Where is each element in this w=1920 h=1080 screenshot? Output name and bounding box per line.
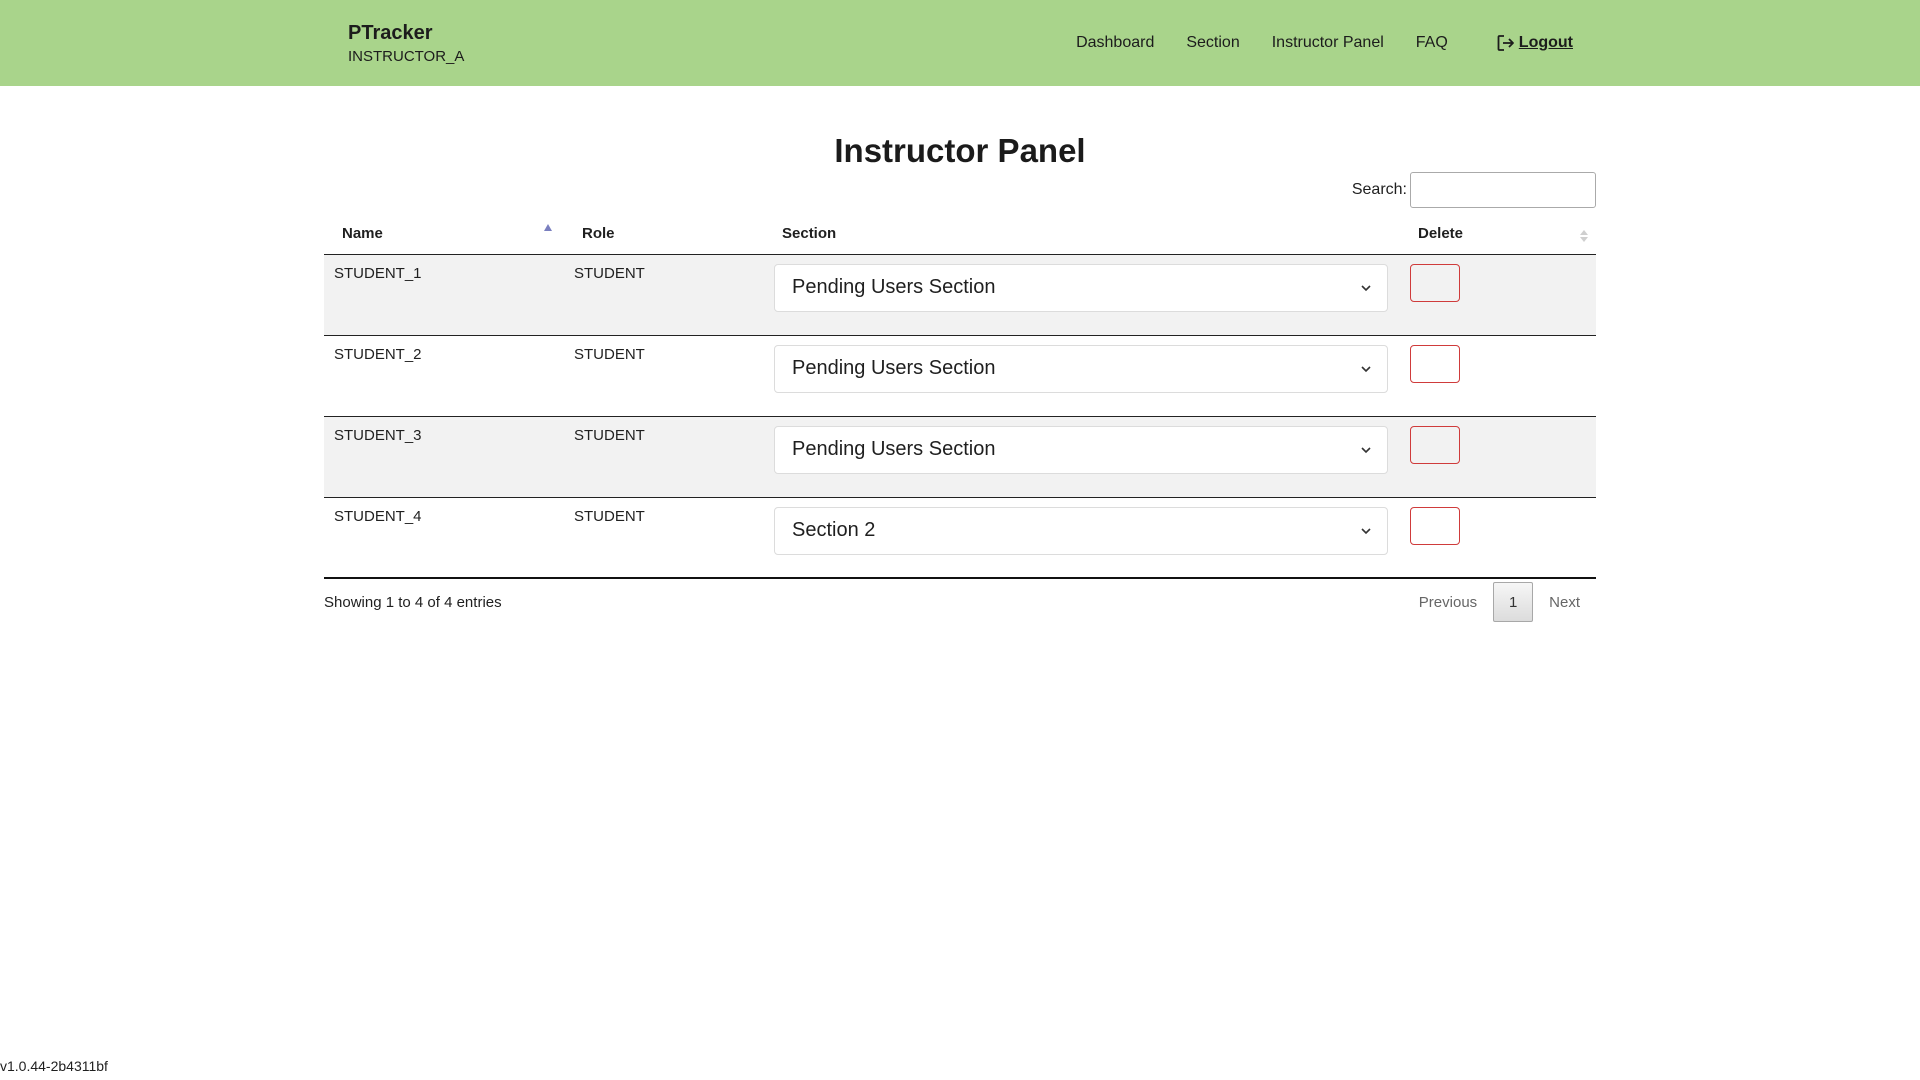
section-select-value: Pending Users Section <box>792 357 996 379</box>
search-bar: Search: <box>1352 172 1596 208</box>
cell-role: STUDENT <box>564 334 764 416</box>
pagination: Previous 1 Next <box>1403 582 1596 622</box>
pagination-page-1[interactable]: 1 <box>1493 582 1534 622</box>
section-select-value: Pending Users Section <box>792 438 996 460</box>
users-table: Name Role Section Delete STUDENT_1 STUDE… <box>324 214 1596 579</box>
table-info: Showing 1 to 4 of 4 entries <box>324 593 502 611</box>
section-select-value: Section 2 <box>792 519 876 541</box>
delete-button[interactable] <box>1410 425 1460 464</box>
column-header-role[interactable]: Role <box>564 214 764 255</box>
cell-name: STUDENT_1 <box>324 254 564 335</box>
delete-button[interactable] <box>1410 344 1460 383</box>
logout-link[interactable]: Logout <box>1496 33 1573 53</box>
search-input[interactable] <box>1410 172 1596 208</box>
column-header-delete-label: Delete <box>1418 225 1464 243</box>
cell-name: STUDENT_4 <box>324 496 564 579</box>
section-select[interactable]: Pending Users Section <box>774 263 1388 312</box>
student-role: STUDENT <box>574 264 645 282</box>
cell-section: Pending Users Section <box>764 254 1400 335</box>
cell-delete <box>1400 415 1596 497</box>
cell-delete <box>1400 254 1596 335</box>
chevron-down-icon <box>1361 446 1371 453</box>
table-header-row: Name Role Section Delete <box>324 214 1596 255</box>
table-row: STUDENT_3 STUDENT Pending Users Section <box>324 415 1596 497</box>
nav-section[interactable]: Section <box>1186 32 1239 54</box>
current-user: INSTRUCTOR_A <box>348 48 465 65</box>
cell-name: STUDENT_3 <box>324 415 564 497</box>
column-header-name[interactable]: Name <box>324 214 564 255</box>
sort-both-icon <box>1580 230 1588 244</box>
delete-button[interactable] <box>1410 506 1460 545</box>
section-select-value: Pending Users Section <box>792 276 996 298</box>
table-footer: Showing 1 to 4 of 4 entries Previous 1 N… <box>324 582 1596 622</box>
brand: PTracker INSTRUCTOR_A <box>348 20 464 67</box>
cell-name: STUDENT_2 <box>324 334 564 416</box>
main-content: Instructor Panel Search: Name Role Secti… <box>324 86 1596 622</box>
chevron-down-icon <box>1361 365 1371 372</box>
student-name: STUDENT_1 <box>334 264 422 282</box>
column-header-section[interactable]: Section <box>764 214 1400 255</box>
student-name: STUDENT_4 <box>334 507 422 525</box>
nav-instructor-panel[interactable]: Instructor Panel <box>1272 32 1384 54</box>
table-row: STUDENT_1 STUDENT Pending Users Section <box>324 254 1596 335</box>
nav-faq[interactable]: FAQ <box>1416 32 1448 54</box>
cell-delete <box>1400 496 1596 579</box>
student-role: STUDENT <box>574 426 645 444</box>
column-header-name-label: Name <box>342 225 383 243</box>
cell-role: STUDENT <box>564 496 764 579</box>
table-row: STUDENT_4 STUDENT Section 2 <box>324 496 1596 579</box>
top-navbar: PTracker INSTRUCTOR_A Dashboard Section … <box>0 0 1920 86</box>
pagination-next[interactable]: Next <box>1549 594 1580 611</box>
section-select[interactable]: Pending Users Section <box>774 425 1388 474</box>
cell-section: Pending Users Section <box>764 415 1400 497</box>
pagination-previous[interactable]: Previous <box>1419 594 1477 611</box>
cell-role: STUDENT <box>564 415 764 497</box>
logout-icon <box>1497 35 1514 51</box>
cell-section: Section 2 <box>764 496 1400 579</box>
column-header-delete[interactable]: Delete <box>1400 214 1596 255</box>
cell-delete <box>1400 334 1596 416</box>
section-select[interactable]: Pending Users Section <box>774 344 1388 393</box>
search-label: Search: <box>1351 181 1407 198</box>
student-name: STUDENT_2 <box>334 345 422 363</box>
student-role: STUDENT <box>574 507 645 525</box>
main-nav: Dashboard Section Instructor Panel FAQ L… <box>1076 32 1573 54</box>
student-role: STUDENT <box>574 345 645 363</box>
cell-role: STUDENT <box>564 254 764 335</box>
cell-section: Pending Users Section <box>764 334 1400 416</box>
nav-dashboard[interactable]: Dashboard <box>1076 32 1154 54</box>
version-label: v1.0.44-2b4311bf <box>0 1058 108 1074</box>
table-row: STUDENT_2 STUDENT Pending Users Section <box>324 334 1596 416</box>
student-name: STUDENT_3 <box>334 426 422 444</box>
page-title: Instructor Panel <box>834 132 1086 169</box>
chevron-down-icon <box>1361 284 1371 291</box>
column-header-role-label: Role <box>582 225 615 243</box>
sort-ascending-icon <box>544 224 552 231</box>
delete-button[interactable] <box>1410 263 1460 302</box>
app-name[interactable]: PTracker <box>348 20 464 46</box>
section-select[interactable]: Section 2 <box>774 506 1388 555</box>
column-header-section-label: Section <box>782 225 837 243</box>
logout-label: Logout <box>1518 34 1573 51</box>
chevron-down-icon <box>1361 527 1371 534</box>
